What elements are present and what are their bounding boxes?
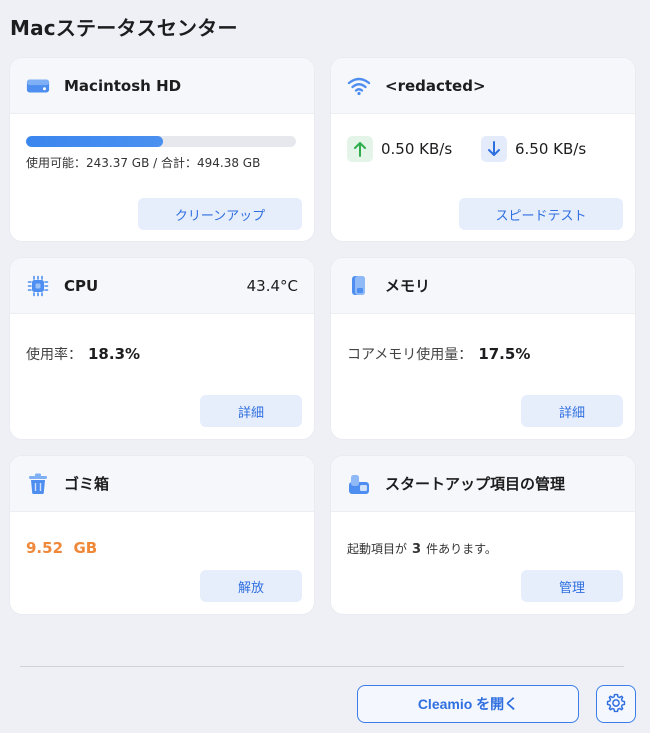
memory-usage-label: コアメモリ使用量：	[347, 347, 473, 363]
cleanup-button[interactable]: クリーンアップ	[138, 198, 302, 230]
startup-card-header: スタートアップ項目の管理	[331, 456, 635, 512]
upload-speed: 0.50 KB/s	[347, 136, 452, 162]
cpu-card: CPU 43.4°C 使用率： 18.3% 詳細	[10, 258, 314, 439]
cpu-card-header: CPU 43.4°C	[10, 258, 314, 314]
memory-icon	[347, 274, 371, 298]
gear-icon	[605, 692, 627, 717]
network-card-header: <redacted>	[331, 58, 635, 114]
network-title: <redacted>	[385, 76, 486, 95]
cpu-title: CPU	[64, 276, 99, 295]
trash-size: 9.52 GB	[26, 539, 98, 557]
hard-drive-icon	[26, 74, 50, 98]
trash-title: ゴミ箱	[64, 475, 110, 493]
disk-usage-fill	[26, 136, 163, 147]
network-card: <redacted> 0.50 KB/s 6.50 KB/s スピードテスト	[331, 58, 635, 241]
download-speed: 6.50 KB/s	[481, 136, 586, 162]
disk-usage-bar	[26, 136, 296, 147]
memory-details-button[interactable]: 詳細	[521, 395, 623, 427]
memory-title: メモリ	[385, 277, 431, 295]
disk-card-header: Macintosh HD	[10, 58, 314, 114]
speed-test-button[interactable]: スピードテスト	[459, 198, 623, 230]
startup-manage-button[interactable]: 管理	[521, 570, 623, 602]
memory-usage-value: 17.5%	[478, 345, 531, 363]
open-cleamio-button[interactable]: Cleamio を開く	[357, 685, 579, 723]
startup-card: スタートアップ項目の管理 起動項目が 3 件あります。 管理	[331, 456, 635, 614]
startup-items-icon	[347, 472, 371, 496]
trash-card-header: ゴミ箱	[10, 456, 314, 512]
download-speed-value: 6.50 KB/s	[515, 140, 587, 158]
memory-card-header: メモリ	[331, 258, 635, 314]
startup-summary: 起動項目が 3 件あります。	[347, 540, 497, 557]
disk-usage-text: 使用可能：243.37 GB / 合計：494.38 GB	[26, 156, 261, 170]
settings-button[interactable]	[596, 685, 636, 723]
trash-free-button[interactable]: 解放	[200, 570, 302, 602]
cpu-temperature: 43.4°C	[246, 276, 298, 295]
upload-speed-value: 0.50 KB/s	[381, 140, 453, 158]
disk-card: Macintosh HD 使用可能：243.37 GB / 合計：494.38 …	[10, 58, 314, 241]
app-title: Macステータスセンター	[10, 16, 238, 40]
startup-count: 3	[412, 542, 422, 557]
trash-card: ゴミ箱 9.52 GB 解放	[10, 456, 314, 614]
cpu-chip-icon	[26, 274, 50, 298]
startup-text-before: 起動項目が	[347, 542, 408, 556]
startup-title: スタートアップ項目の管理	[385, 475, 566, 493]
startup-text-after: 件あります。	[426, 542, 497, 556]
footer-divider	[20, 666, 624, 667]
cpu-usage-label: 使用率：	[26, 347, 82, 363]
trash-icon	[26, 472, 50, 496]
cpu-usage-value: 18.3%	[88, 345, 141, 363]
disk-title: Macintosh HD	[64, 76, 182, 95]
wifi-icon	[347, 74, 371, 98]
cpu-usage-row: 使用率： 18.3%	[26, 344, 140, 364]
memory-card: メモリ コアメモリ使用量： 17.5% 詳細	[331, 258, 635, 439]
upload-arrow-icon	[347, 136, 373, 162]
memory-usage-row: コアメモリ使用量： 17.5%	[347, 344, 530, 364]
cpu-details-button[interactable]: 詳細	[200, 395, 302, 427]
download-arrow-icon	[481, 136, 507, 162]
